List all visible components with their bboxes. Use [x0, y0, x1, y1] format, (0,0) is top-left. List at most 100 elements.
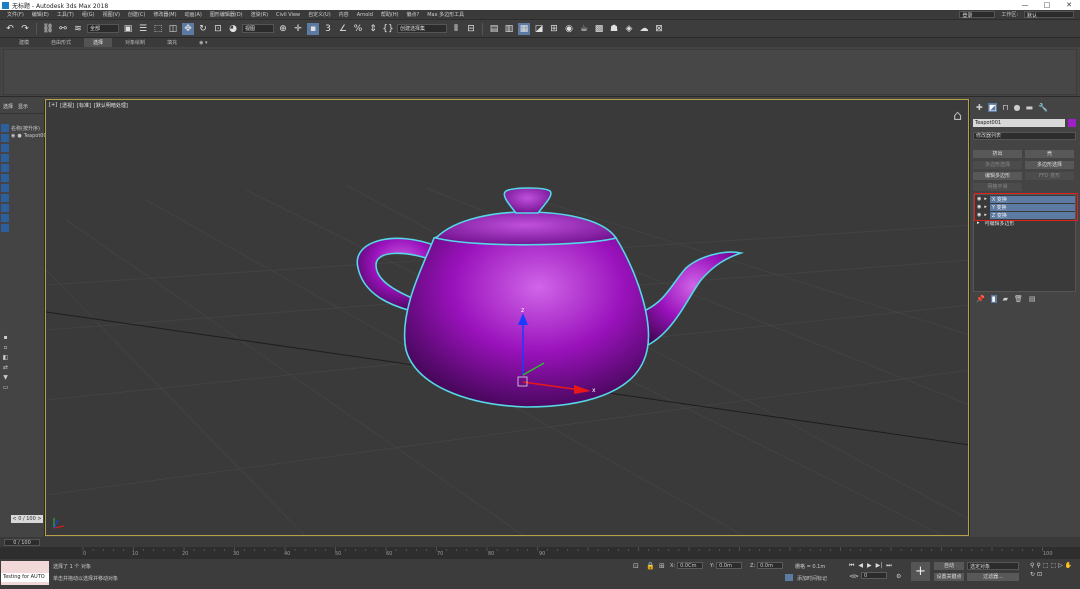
coord-z-field[interactable]: 0.0m — [757, 562, 784, 569]
filter-containers-icon[interactable] — [1, 214, 9, 222]
menu-file[interactable]: 文件(F) — [3, 11, 28, 18]
modify-tab-icon[interactable]: ◩ — [987, 103, 998, 112]
render-iterative-icon[interactable]: ◈ — [623, 23, 635, 35]
teapot-spout[interactable] — [634, 251, 745, 352]
modifier-button-edit-poly[interactable]: 编辑多边形 — [973, 172, 1022, 180]
menu-tools[interactable]: 工具(T) — [53, 11, 78, 18]
teapot-object[interactable] — [356, 187, 745, 408]
track-bar[interactable]: 0 10 20 30 40 50 60 70 80 90 100 — [0, 547, 1080, 559]
tab-freeform[interactable]: 自由形式 — [42, 38, 80, 47]
select-by-name-icon[interactable]: ☰ — [137, 23, 149, 35]
lock-selection-icon[interactable]: 🔒 — [646, 562, 655, 570]
bind-space-warp-icon[interactable]: ≋ — [72, 23, 84, 35]
tab-selection[interactable]: 选择 — [84, 38, 113, 47]
current-frame-field[interactable]: 0 — [861, 572, 887, 579]
tab-populate[interactable]: 填充 — [158, 38, 186, 47]
maximize-viewport-icon[interactable]: ⊡ — [1037, 571, 1042, 578]
rendered-frame-icon[interactable]: ▩ — [593, 23, 605, 35]
key-mode-icon[interactable]: ⊲⊳ — [849, 573, 859, 580]
render-production-icon[interactable]: ☗ — [608, 23, 620, 35]
viewport-menu-plus[interactable]: [+] — [49, 102, 57, 109]
place-icon[interactable]: ◕ — [227, 23, 239, 35]
menu-animation[interactable]: 动画(A) — [181, 11, 206, 18]
isolate-selection-icon[interactable]: ⊡ — [633, 562, 639, 570]
layer-explorer-icon[interactable]: ▥ — [503, 23, 515, 35]
layer-icon[interactable]: ▭ — [3, 384, 9, 391]
remove-modifier-icon[interactable]: 🗑 — [1014, 295, 1023, 303]
align-icon[interactable]: ⊟ — [465, 23, 477, 35]
modifier-list-dropdown[interactable]: 修改器列表 — [973, 132, 1076, 140]
minimize-button[interactable]: — — [1014, 1, 1036, 9]
zoom-extents-icon[interactable]: ⬚ — [1043, 562, 1049, 569]
goto-start-icon[interactable]: ⏮ — [849, 562, 854, 570]
select-rotate-icon[interactable]: ↻ — [197, 23, 209, 35]
key-filters-button[interactable]: 过滤器... — [967, 573, 1019, 581]
menu-customize[interactable]: 自定义(U) — [304, 11, 335, 18]
render-a360-icon[interactable]: ⊠ — [653, 23, 665, 35]
menu-modifiers[interactable]: 修改器(M) — [149, 11, 180, 18]
workspace-dropdown[interactable]: 默认 — [1024, 11, 1074, 19]
coord-y-field[interactable]: 0.0m — [716, 562, 743, 569]
modifier-button-shell[interactable]: 壳 — [1025, 150, 1074, 158]
filter-spacewarps-icon[interactable] — [1, 174, 9, 182]
teapot-lid[interactable] — [434, 211, 618, 246]
percent-snap-icon[interactable]: % — [352, 23, 364, 35]
scene-explorer-icon[interactable]: ▤ — [488, 23, 500, 35]
curve-editor-icon[interactable]: ◪ — [533, 23, 545, 35]
column-header-name[interactable]: 名称(按升序) — [11, 125, 40, 132]
set-key-button[interactable]: 设置关键点 — [934, 573, 964, 581]
motion-tab-icon[interactable]: ● — [1014, 103, 1021, 112]
goto-end-icon[interactable]: ⏭ — [886, 562, 891, 570]
scene-explorer-tab-select[interactable]: 选择 — [3, 103, 13, 110]
display-none-icon[interactable]: ▫ — [3, 344, 7, 351]
prev-frame-icon[interactable]: ◀ — [858, 562, 863, 570]
menu-graph-editors[interactable]: 图形编辑器(D) — [206, 11, 247, 18]
set-key-big-icon[interactable]: + — [911, 562, 930, 581]
pivot-center-icon[interactable]: ⊕ — [277, 23, 289, 35]
reference-coord-dropdown[interactable]: 视图 — [242, 24, 274, 33]
filter-lights-icon[interactable] — [1, 144, 9, 152]
material-editor-icon[interactable]: ◉ — [563, 23, 575, 35]
select-scale-icon[interactable]: ⊡ — [212, 23, 224, 35]
filter-geometry-icon[interactable] — [1, 124, 9, 132]
named-selection-dropdown[interactable]: 创建选择集 — [397, 24, 447, 33]
add-time-tag-icon[interactable] — [785, 574, 793, 581]
render-setup-icon[interactable]: ☕ — [578, 23, 590, 35]
unlink-icon[interactable]: ⚯ — [57, 23, 69, 35]
menu-content[interactable]: 内容 — [335, 11, 353, 18]
window-crossing-icon[interactable]: ◫ — [167, 23, 179, 35]
modifier-button-poly-select-b[interactable]: 多边形选择 — [1025, 161, 1074, 169]
menu-help[interactable]: 帮助(H) — [377, 11, 403, 18]
maxscript-mini-listener[interactable]: Testing for AUTO — [1, 573, 49, 582]
undo-button[interactable]: ↶ — [4, 23, 16, 35]
object-color-swatch[interactable] — [1068, 119, 1076, 127]
viewport-canvas[interactable]: z x — [46, 100, 969, 536]
filter-frozen-icon[interactable] — [1, 224, 9, 232]
viewport-shading-mode[interactable]: [默认明暗处理] — [94, 102, 128, 109]
display-all-icon[interactable]: ▪ — [3, 334, 7, 341]
account-dropdown[interactable]: 登录 — [959, 11, 996, 19]
perspective-viewport[interactable]: z x [+] [透视] [标准] [默认明暗处理] ⌂ — [45, 99, 969, 536]
show-end-result-icon[interactable]: ▮ — [990, 295, 997, 303]
zoom-icon[interactable]: ⚲ — [1030, 562, 1034, 569]
add-time-tag[interactable]: 添加时间标记 — [797, 575, 827, 582]
pin-stack-icon[interactable]: 📌 — [976, 295, 985, 303]
sync-selection-icon[interactable]: ⇄ — [3, 364, 8, 371]
tab-modeling[interactable]: 建模 — [10, 38, 38, 47]
time-slider[interactable]: 0 / 100 — [0, 537, 1080, 547]
time-config-icon[interactable]: ⚙ — [896, 573, 901, 580]
zoom-all-icon[interactable]: ⚲ — [1036, 562, 1040, 569]
angle-snap-icon[interactable]: ∠ — [337, 23, 349, 35]
viewport-point-of-view[interactable]: [透视] — [60, 102, 74, 109]
spinner-snap-icon[interactable]: ⇕ — [367, 23, 379, 35]
play-icon[interactable]: ▶ — [867, 562, 872, 570]
select-move-icon[interactable]: ✥ — [182, 22, 194, 35]
teapot-knob[interactable] — [503, 187, 552, 214]
rect-selection-icon[interactable]: ⬚ — [152, 23, 164, 35]
link-icon[interactable]: ⛓ — [42, 23, 54, 35]
keyboard-shortcut-icon[interactable]: ▪ — [307, 22, 319, 35]
next-frame-icon[interactable]: ▶| — [876, 562, 883, 570]
viewcube-icon[interactable]: ⌂ — [953, 108, 962, 124]
filter-icon[interactable]: ▼ — [3, 374, 8, 381]
fov-icon[interactable]: ▷ — [1058, 562, 1063, 569]
